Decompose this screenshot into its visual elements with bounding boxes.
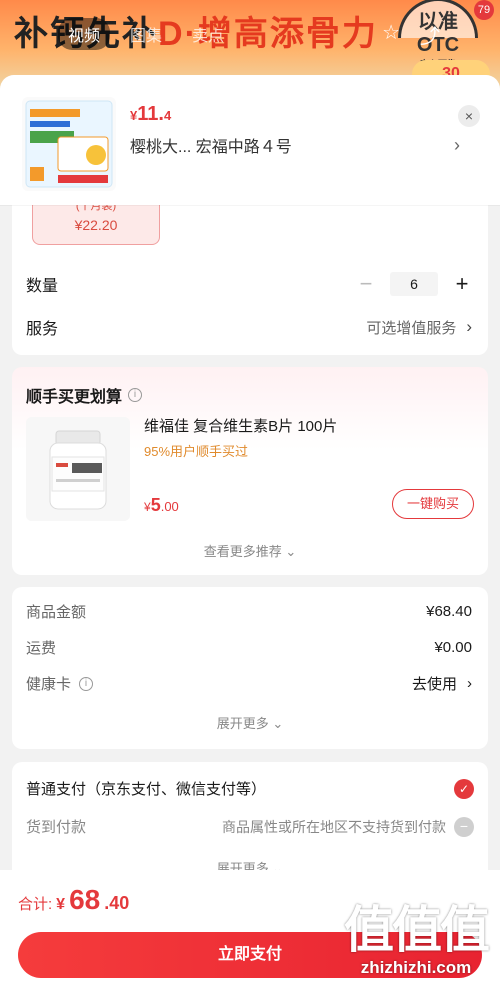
health-card-use-text: 去使用 [411,676,457,693]
normal-payment-label: 普通支付（京东支付、微信支付等） [26,781,267,798]
spec-card: (十月装) ¥22.20 数量 − 6 + 服务 可选增值服务 › [12,195,488,355]
shipping-row: 运费 ¥0.00 [26,637,472,658]
order-summary-card: 商品金额 ¥68.40 运费 ¥0.00 健康卡 i 去使用 › 展开更多 ⌄ [12,587,488,749]
quantity-label: 数量 [26,278,59,295]
checkout-footer: 合计: ¥68.40 立即支付 值值值 zhizhizhi.com [0,870,500,990]
tab-gallery[interactable]: 图集 [120,18,172,50]
recommend-product-tag: 95%用户顺手买过 [144,444,249,459]
purchase-sheet: ¥11.4 樱桃大... 宏福中路４号 › × (十月装) ¥22.20 数量 … [0,75,500,990]
shipping-label: 运费 [26,640,57,657]
selected-price: ¥11.4 [130,103,171,126]
media-tabs: 视频 图集 卖点 [58,18,234,50]
cart-count-badge: 79 [474,0,494,20]
chevron-right-icon: › [466,317,472,336]
goods-amount-row: 商品金额 ¥68.40 [26,601,472,622]
tab-selling-points[interactable]: 卖点 [182,18,234,50]
price-integer: 11. [137,103,164,125]
chevron-right-icon: › [454,134,460,155]
recommend-card: 顺手买更划算 i 维福佳 复合维生素B片 100片 95%用户顺手买过 ¥5.0… [12,367,488,575]
price-currency: ¥ [144,500,151,514]
info-icon[interactable]: i [79,676,94,691]
cod-note: 商品属性或所在地区不支持货到付款 − [222,816,474,837]
price-decimal: .00 [160,499,179,514]
top-actions: ☆ ⤴ [382,20,440,49]
recommend-product-price: ¥5.00 [144,495,179,516]
watermark-url: zhizhizhi.com [360,958,472,977]
spec-option-price: ¥22.20 [74,217,118,233]
summary-expand-more[interactable]: 展开更多 ⌄ [12,713,488,732]
sheet-header: ¥11.4 樱桃大... 宏福中路４号 › × [0,75,500,205]
normal-payment-option[interactable]: 普通支付（京东支付、微信支付等） ✓ [26,778,474,799]
share-icon[interactable]: ⤴ [420,20,440,49]
cod-note-text: 商品属性或所在地区不支持货到付款 [222,818,446,835]
recommend-product-name[interactable]: 维福佳 复合维生素B片 100片 [144,415,337,436]
address-text: 樱桃大... 宏福中路４号 [130,139,292,156]
see-more-recommendations[interactable]: 查看更多推荐 ⌄ [12,541,488,560]
shipping-value: ¥0.00 [434,639,472,656]
cod-payment-option: 货到付款 商品属性或所在地区不支持货到付款 − [26,816,474,837]
quantity-row: 数量 − 6 + [26,272,472,296]
recommend-title: 顺手买更划算 i [26,383,143,407]
total-currency: ¥ [56,896,66,913]
recommend-product-image[interactable] [26,417,130,521]
tab-video[interactable]: 视频 [58,18,111,50]
service-value-text: 可选增值服务 [366,319,457,337]
total-decimal: .40 [104,893,130,913]
chevron-right-icon: › [467,675,472,692]
price-integer: 5 [150,495,161,515]
delivery-address[interactable]: 樱桃大... 宏福中路４号 › [130,133,460,157]
quantity-stepper: − 6 + [356,272,472,296]
price-decimal: 4 [163,108,172,123]
service-value: 可选增值服务 › [366,317,472,338]
check-icon[interactable]: ✓ [454,778,474,799]
health-card-label: 健康卡 i [26,673,94,694]
close-button[interactable]: × [458,105,480,127]
recommend-title-text: 顺手买更划算 [26,389,123,406]
service-label: 服务 [26,321,59,338]
site-watermark: 值值值 zhizhizhi.com [344,890,490,978]
star-icon[interactable]: ☆ [382,20,400,49]
payment-method-card: 普通支付（京东支付、微信支付等） ✓ 货到付款 商品属性或所在地区不支持货到付款… [12,762,488,882]
goods-amount-value: ¥68.40 [426,603,472,620]
disabled-icon: − [454,816,474,837]
health-card-action[interactable]: 去使用 › [412,673,472,694]
health-card-row[interactable]: 健康卡 i 去使用 › [26,673,472,694]
product-thumbnail [22,97,116,191]
goods-amount-label: 商品金额 [26,604,87,621]
service-row[interactable]: 服务 可选增值服务 › [26,315,472,339]
info-icon[interactable]: i [128,388,143,402]
quantity-minus-button[interactable]: − [356,273,376,295]
vitamin-bottle-image [26,417,130,521]
product-thumbnail-image [22,97,116,191]
quantity-input[interactable]: 6 [390,272,438,296]
health-card-label-text: 健康卡 [26,676,72,693]
total-label: 合计: [18,896,53,913]
one-click-buy-button[interactable]: 一键购买 [392,489,474,519]
quantity-plus-button[interactable]: + [452,273,472,295]
watermark-logo: 值值值 [344,902,490,958]
order-total: 合计: ¥68.40 [18,884,129,916]
total-integer: 68 [69,884,101,915]
cod-label: 货到付款 [26,819,87,836]
